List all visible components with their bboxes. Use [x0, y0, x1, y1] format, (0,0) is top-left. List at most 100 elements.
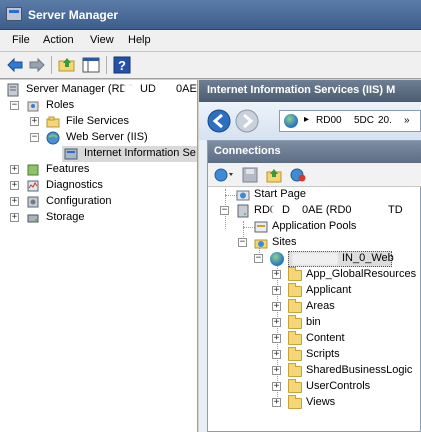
- iis-back-icon[interactable]: [207, 109, 231, 133]
- tree-item-site[interactable]: − IN_0_Web: [254, 251, 421, 267]
- tree-item-folder[interactable]: + Content: [272, 331, 421, 347]
- tree-label-web-server: Web Server (IIS): [66, 131, 148, 143]
- tree-item-folder[interactable]: + Applicant: [272, 283, 421, 299]
- tree-label-diagnostics: Diagnostics: [46, 179, 103, 191]
- tree-label-start-page: Start Page: [254, 188, 306, 200]
- folder-icon: [288, 331, 302, 345]
- address-segment: RD00: [316, 115, 342, 126]
- tree-label-server-tail: TD: [388, 204, 403, 216]
- address-bar[interactable]: ▸ RD00 5DC 20. »: [279, 110, 421, 132]
- configuration-icon: [27, 196, 39, 208]
- tree-item-configuration[interactable]: + Configuration: [8, 194, 197, 210]
- sites-icon: [254, 239, 268, 249]
- roles-icon: [27, 101, 39, 112]
- connections-tree: Start Page − RD0 D 0AE (RD0 TD Applicati…: [208, 187, 421, 432]
- remove-connection-icon[interactable]: [290, 167, 306, 183]
- expand-folder[interactable]: +: [272, 350, 281, 359]
- expand-folder[interactable]: +: [272, 286, 281, 295]
- tree-item-sites[interactable]: − Sites: [238, 235, 421, 251]
- expand-folder[interactable]: +: [272, 398, 281, 407]
- expand-configuration[interactable]: +: [10, 197, 19, 206]
- collapse-roles[interactable]: −: [10, 101, 19, 110]
- up-folder-icon[interactable]: [58, 56, 76, 74]
- tree-item-server-manager[interactable]: Server Manager (RD0 UD 0AE: [4, 82, 197, 98]
- tree-label-configuration: Configuration: [46, 195, 112, 207]
- collapse-server[interactable]: −: [220, 206, 229, 215]
- tree-item-server[interactable]: − RD0 D 0AE (RD0 TD: [220, 203, 421, 219]
- storage-icon: [27, 214, 39, 223]
- tree-label-folder: Content: [306, 332, 345, 344]
- iis-header: Internet Information Services (IIS) M: [199, 80, 421, 102]
- tree-item-folder[interactable]: + App_GlobalResources: [272, 267, 421, 283]
- folder-icon: [288, 347, 302, 361]
- tree-item-roles[interactable]: − Roles: [8, 98, 197, 114]
- expand-folder[interactable]: +: [272, 334, 281, 343]
- folder-icon: [288, 395, 302, 409]
- menu-bar: File Action View Help: [0, 30, 421, 52]
- collapse-site[interactable]: −: [254, 254, 263, 263]
- tree-item-folder[interactable]: + UserControls: [272, 379, 421, 395]
- folder-icon: [288, 267, 302, 281]
- server-icon: [7, 83, 19, 97]
- back-icon[interactable]: [6, 56, 24, 74]
- tree-label-sites: Sites: [272, 236, 297, 248]
- tree-label-root-suffix: UD: [140, 83, 156, 95]
- title-bar: Server Manager: [0, 0, 421, 30]
- address-more[interactable]: »: [404, 115, 410, 126]
- iis-forward-icon[interactable]: [235, 109, 259, 133]
- tree-label-application-pools: Application Pools: [272, 220, 357, 232]
- tree-item-file-services[interactable]: + File Services: [28, 114, 197, 130]
- tree-label-folder: bin: [306, 316, 321, 328]
- tree-item-start-page[interactable]: Start Page: [234, 187, 421, 203]
- expand-folder[interactable]: +: [272, 270, 281, 279]
- tree-item-web-server[interactable]: − Web Server (IIS): [28, 130, 197, 146]
- tree-item-folder[interactable]: + Scripts: [272, 347, 421, 363]
- tree-label-root-suffix2: 0AE: [176, 83, 197, 95]
- collapse-web-server[interactable]: −: [30, 133, 39, 142]
- tree-item-folder[interactable]: + SharedBusinessLogic: [272, 363, 421, 379]
- expand-folder[interactable]: +: [272, 382, 281, 391]
- connect-icon[interactable]: [214, 167, 236, 183]
- connections-panel: Connections Start Page − RD0 D 0AE (RD0 …: [207, 140, 421, 432]
- tree-label-server-mid: D: [282, 204, 290, 216]
- expand-diagnostics[interactable]: +: [10, 181, 19, 190]
- collapse-sites[interactable]: −: [238, 238, 247, 247]
- menu-help[interactable]: Help: [128, 34, 151, 46]
- tree-label-features: Features: [46, 163, 90, 175]
- menu-action[interactable]: Action: [43, 34, 74, 46]
- expand-folder[interactable]: +: [272, 302, 281, 311]
- tree-item-diagnostics[interactable]: + Diagnostics: [8, 178, 197, 194]
- svg-text:?: ?: [118, 58, 126, 73]
- tree-item-folder[interactable]: + Views: [272, 395, 421, 411]
- expand-features[interactable]: +: [10, 165, 19, 174]
- address-segment-2: 5DC: [354, 115, 375, 126]
- help-icon[interactable]: ?: [113, 56, 131, 74]
- console-tree: Server Manager (RD0 UD 0AE − Roles + Fil…: [0, 80, 198, 432]
- tree-label-site-name: IN_0_Web: [342, 252, 394, 264]
- tree-item-features[interactable]: + Features: [8, 162, 197, 178]
- folder-icon: [288, 283, 302, 297]
- tree-label-root: Server Manager (RD0: [26, 83, 134, 95]
- expand-file-services[interactable]: +: [30, 117, 39, 126]
- up-icon[interactable]: [266, 167, 282, 183]
- tree-label-file-services: File Services: [66, 115, 129, 127]
- expand-folder[interactable]: +: [272, 318, 281, 327]
- show-hide-tree-icon[interactable]: [82, 56, 100, 74]
- connections-toolbar: [208, 163, 421, 187]
- menu-file[interactable]: File: [12, 34, 30, 46]
- tree-item-application-pools[interactable]: Application Pools: [252, 219, 421, 235]
- tree-label-folder: SharedBusinessLogic: [306, 364, 413, 376]
- expand-folder[interactable]: +: [272, 366, 281, 375]
- toolbar: ?: [0, 52, 421, 79]
- tree-item-folder[interactable]: + Areas: [272, 299, 421, 315]
- forward-icon[interactable]: [28, 56, 46, 74]
- tree-item-iis[interactable]: Internet Information Se: [62, 146, 197, 162]
- folder-icon: [288, 363, 302, 377]
- iis-icon: [64, 148, 78, 160]
- iis-navigation-bar: ▸ RD00 5DC 20. »: [199, 102, 421, 140]
- expand-storage[interactable]: +: [10, 213, 19, 222]
- menu-view[interactable]: View: [90, 34, 114, 46]
- tree-item-storage[interactable]: + Storage: [8, 210, 197, 226]
- save-icon[interactable]: [242, 167, 258, 183]
- tree-item-folder[interactable]: + bin: [272, 315, 421, 331]
